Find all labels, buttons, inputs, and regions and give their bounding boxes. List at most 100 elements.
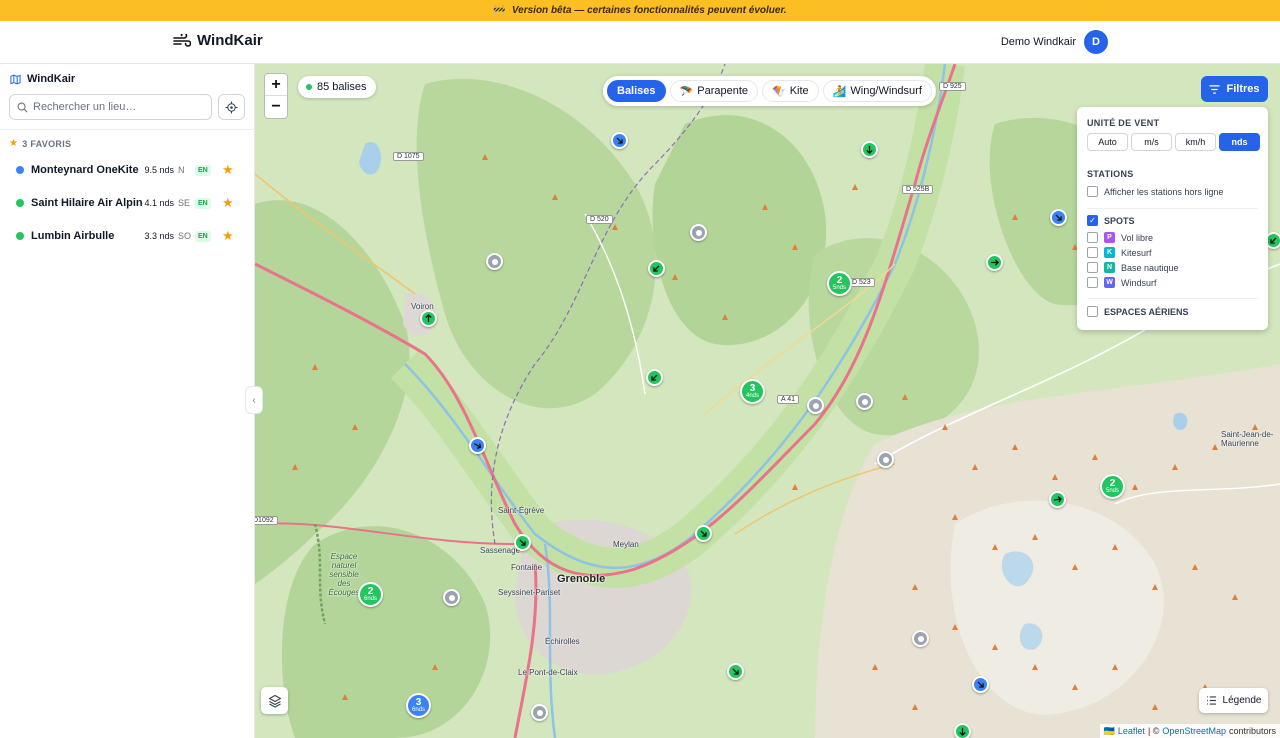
offline-station-marker[interactable] [443,589,460,606]
legend-button-label: Légende [1222,695,1262,706]
station-marker[interactable] [611,132,628,149]
favorite-direction: SE [178,198,191,208]
spot-type-checkbox[interactable] [1087,232,1098,243]
layers-button[interactable] [261,687,288,714]
offline-station-marker[interactable] [912,630,929,647]
brand-logo[interactable]: WindKair [173,32,263,49]
user-menu[interactable]: Demo Windkair D [1001,30,1108,54]
offline-station-marker[interactable] [486,253,503,270]
station-marker[interactable] [1050,209,1067,226]
station-cluster[interactable]: 2 5nds [1100,474,1125,499]
cluster-wind: 6nds [363,595,377,602]
spots-title: SPOTS [1104,215,1135,226]
station-marker[interactable] [420,310,437,327]
leaflet-link[interactable]: Leaflet [1118,726,1145,736]
station-marker[interactable] [648,260,665,277]
zoom-out-button[interactable]: − [265,96,287,118]
wind-arrow-icon [700,530,707,537]
offline-station-marker[interactable] [856,393,873,410]
search-box[interactable] [9,94,212,120]
spot-type-label: Vol libre [1121,232,1154,243]
station-cluster[interactable]: 2 6nds [358,582,383,607]
filters-button[interactable]: Filtres [1201,76,1268,102]
station-marker[interactable] [469,437,486,454]
station-marker[interactable] [861,141,878,158]
offline-station-marker[interactable] [807,397,824,414]
wind-unit-selector: Auto m/s km/h nds [1087,133,1260,151]
station-marker[interactable] [972,676,989,693]
favorite-star-icon[interactable]: ★ [222,162,234,178]
airspace-checkbox[interactable] [1087,306,1098,317]
offline-station-marker[interactable] [690,224,707,241]
offline-stations-toggle[interactable]: Afficher les stations hors ligne [1087,186,1223,197]
zoom-in-button[interactable]: + [265,74,287,96]
status-dot [16,232,24,240]
station-cluster[interactable]: 2 5nds [827,271,852,296]
offline-stations-checkbox[interactable] [1087,186,1098,197]
search-input[interactable] [33,101,203,113]
station-marker[interactable] [954,723,971,738]
wind-arrow-icon [1270,237,1277,244]
favorite-star-icon[interactable]: ★ [222,195,234,211]
favorite-speed: 4.1 nds [144,198,174,208]
map-icon [10,74,21,84]
station-cluster[interactable]: 3 4nds [740,379,765,404]
osm-link[interactable]: OpenStreetMap [1162,726,1226,736]
favorite-star-icon[interactable]: ★ [222,228,234,244]
unit-kmh-button[interactable]: km/h [1175,133,1216,151]
town-label: Seyssinet-Pariset [498,588,561,597]
tab-parapente[interactable]: 🪂 Parapente [669,80,758,102]
town-label: Fontaine [511,563,543,572]
spots-toggle[interactable]: ✓ SPOTS [1087,215,1135,226]
spot-type-vol-libre[interactable]: P Vol libre [1087,232,1153,243]
station-marker[interactable] [695,525,712,542]
favorite-item[interactable]: Saint Hilaire Air Alpin 4.1 nds SE EN ★ [0,189,255,217]
spot-type-kitesurf[interactable]: K Kitesurf [1087,247,1152,258]
tab-kite[interactable]: 🪁 Kite [762,80,819,102]
stations-count-badge: 85 balises [298,76,376,98]
airspace-toggle[interactable]: ESPACES AÉRIENS [1087,306,1189,317]
unit-auto-button[interactable]: Auto [1087,133,1128,151]
cluster-count: 3 [415,696,422,708]
road-label: D 520 [586,215,613,224]
spot-type-checkbox[interactable] [1087,262,1098,273]
locate-button[interactable] [218,94,245,120]
favorite-direction: SO [178,231,192,241]
favorite-name: Saint Hilaire Air Alpin [31,197,143,209]
station-marker[interactable] [514,534,531,551]
spot-type-badge: K [1104,247,1115,258]
road-label: D 1075 [393,152,424,161]
favorite-tag: EN [195,197,211,209]
offline-station-marker[interactable] [877,451,894,468]
offline-stations-label: Afficher les stations hors ligne [1104,186,1224,197]
unit-knots-button[interactable]: nds [1219,133,1260,151]
station-marker[interactable] [1049,491,1066,508]
spot-type-badge: W [1104,277,1115,288]
avatar[interactable]: D [1084,30,1108,54]
station-marker[interactable] [646,369,663,386]
offline-station-marker[interactable] [531,704,548,721]
spots-checkbox[interactable]: ✓ [1087,215,1098,226]
cluster-wind: 4nds [745,392,759,399]
favorite-item[interactable]: Lumbin Airbulle 3.3 nds SO EN ★ [0,222,255,250]
favorite-tag: EN [195,230,211,242]
station-marker[interactable] [727,663,744,680]
spot-type-windsurf[interactable]: W Windsurf [1087,277,1157,288]
attribution-contributors: contributors [1228,726,1276,736]
panel-divider [1087,298,1258,299]
tab-balises[interactable]: Balises [607,80,666,102]
station-marker[interactable] [986,254,1003,271]
filters-button-label: Filtres [1226,83,1260,95]
favorite-item[interactable]: Monteynard OneKite 9.5 nds N EN ★ [0,156,255,184]
spot-type-checkbox[interactable] [1087,247,1098,258]
spot-type-checkbox[interactable] [1087,277,1098,288]
favorite-tag: EN [195,164,211,176]
spot-type-base-nautique[interactable]: N Base nautique [1087,262,1179,273]
tab-wing-windsurf[interactable]: 🏄 Wing/Windsurf [822,80,932,102]
chevron-left-icon: ‹ [252,394,256,406]
crosshair-icon [225,100,238,114]
collapse-sidebar-button[interactable]: ‹ [245,386,263,414]
station-cluster[interactable]: 3 6nds [406,693,431,718]
unit-ms-button[interactable]: m/s [1131,133,1172,151]
legend-button[interactable]: Légende [1199,688,1268,713]
